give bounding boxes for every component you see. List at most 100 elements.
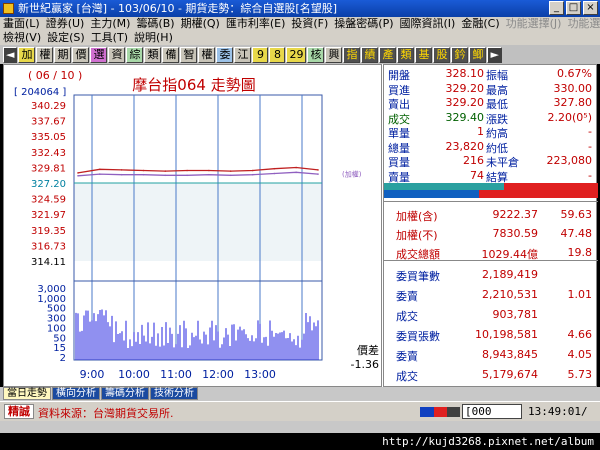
order-ratio: 5.73 (567, 368, 593, 381)
quote-row: 賣量 74 結算 - (384, 168, 598, 184)
main-area: 340.29 337.67 335.05 332.43 329.81 327.20 324.… (3, 64, 598, 387)
tab-3[interactable]: 技術分析 (150, 387, 198, 400)
toolbar-button[interactable]: 加 (18, 46, 36, 63)
data-source-text: 資料來源：台灣期貨交易所. (38, 407, 174, 420)
toolbar-button[interactable]: 綜 (126, 46, 144, 63)
toolbar-button[interactable]: 績 (361, 46, 379, 63)
series-point (164, 174, 167, 177)
toolbar-right-arrow[interactable]: ► (487, 46, 502, 63)
menu-item[interactable]: 功能選擇(K) (564, 17, 600, 31)
toolbar-button[interactable]: 基 (415, 46, 433, 63)
menu-item[interactable]: 檢視(V) (0, 31, 44, 45)
order-value: 10,198,581 (475, 328, 538, 341)
toolbar-button[interactable]: 鈐 (451, 46, 469, 63)
price-tick-label: 321.97 (31, 210, 66, 221)
menu-item[interactable]: 說明(H) (131, 31, 176, 45)
toolbar-button[interactable]: 8 (269, 46, 286, 63)
menu-item[interactable]: 籌碼(B) (133, 17, 177, 31)
series-point (120, 169, 123, 171)
toolbar-button[interactable]: 產 (379, 46, 397, 63)
series-point (317, 173, 319, 175)
toolbar-button[interactable]: 鯽 (469, 46, 487, 63)
toolbar-button[interactable]: 類 (397, 46, 415, 63)
toolbar-button[interactable]: 股 (433, 46, 451, 63)
menu-row-1: 畫面(L) 證券(U) 主力(M) 籌碼(B) 期權(Q) 匯市利率(E) 投資(F) 操盤密… (0, 17, 600, 31)
toolbar-button[interactable]: 類 (144, 46, 162, 63)
series-point (208, 173, 210, 176)
menu-item[interactable]: 畫面(L) (0, 17, 43, 31)
maximize-button[interactable]: □ (566, 1, 581, 15)
menu-item[interactable]: 匯市利率(E) (223, 17, 289, 31)
toolbar-button[interactable]: 價 (72, 46, 90, 63)
toolbar-button[interactable]: 江 (234, 46, 252, 63)
app-icon (3, 3, 14, 14)
toolbar-button[interactable]: 權 (36, 46, 54, 63)
diff-label: 價差 (357, 343, 379, 357)
order-row: 委賣 8,943,845 4.05 (384, 346, 598, 365)
quote-value: 223,080 (546, 154, 593, 167)
index-label: 加權(不) (396, 229, 438, 242)
strength-bar (384, 183, 598, 198)
code-input[interactable]: [000 (462, 404, 522, 419)
series-point (229, 170, 232, 172)
menu-item[interactable]: 國際資訊(I) (397, 17, 459, 31)
toolbar-button[interactable]: 委 (216, 46, 234, 63)
menu-item[interactable]: 金融(C) (458, 17, 502, 31)
quote-row: 總量 23,820 約低 - (384, 139, 598, 155)
toolbar-button[interactable]: 選 (90, 46, 108, 63)
quote-table: 開盤 328.10 振幅 0.67% 買進 329.20 最高 330.00 賣出 329.20 最… (384, 65, 598, 184)
order-row: 成交 903,781 (384, 306, 598, 325)
watermark-url: http://kujd3268.pixnet.net/album (382, 435, 594, 448)
quote-row: 賣出 329.20 最低 327.80 (384, 96, 598, 111)
menu-item[interactable]: 功能選擇(J) (503, 17, 565, 31)
menu-item[interactable]: 設定(S) (44, 31, 88, 45)
reference-fill (74, 183, 322, 261)
toolbar-button[interactable]: 9 (252, 46, 269, 63)
close-button[interactable]: × (583, 1, 598, 15)
volume-tick-label: 2 (60, 353, 66, 364)
toolbar-button[interactable]: 權 (198, 46, 216, 63)
toolbar-button[interactable]: 備 (162, 46, 180, 63)
menu-item[interactable]: 操盤密碼(P) (331, 17, 396, 31)
menu-item[interactable]: 投資(F) (288, 17, 331, 31)
menu-item[interactable]: 期權(Q) (178, 17, 223, 31)
toolbar-button[interactable]: 指 (343, 46, 361, 63)
index-row: 成交總額 1029.44億 19.8 (384, 244, 598, 263)
order-ratio: 4.66 (567, 328, 593, 341)
quote-value: 23,820 (445, 139, 485, 153)
series-point (120, 173, 123, 176)
menu-item[interactable]: 證券(U) (43, 17, 88, 31)
toolbar-button[interactable]: 興 (325, 46, 343, 63)
toolbar-left-arrow[interactable]: ◄ (3, 46, 18, 63)
index-value: 1029.44億 (481, 248, 539, 261)
minimize-button[interactable]: _ (549, 1, 564, 15)
menu-row-2: 檢視(V) 設定(S) 工具(T) 說明(H) (0, 31, 176, 45)
order-value: 8,943,845 (482, 348, 538, 361)
menu-item[interactable]: 主力(M) (87, 17, 133, 31)
toolbar-button[interactable]: 智 (180, 46, 198, 63)
tab-0[interactable]: 當日走勢 (3, 387, 51, 400)
index-label: 加權(含) (396, 210, 438, 223)
series-point (273, 172, 276, 175)
order-label: 成交 (396, 310, 418, 323)
order-value: 903,781 (492, 308, 539, 321)
series-point (273, 167, 276, 170)
toolbar-button[interactable]: 資 (108, 46, 126, 63)
series-point (164, 170, 167, 172)
toolbar-button[interactable]: 29 (286, 46, 307, 63)
status-bar: 精誠 資料來源：台灣期貨交易所. [000 13:49:01/ (0, 401, 600, 421)
series-point (295, 171, 297, 174)
order-label: 委買張數 (396, 330, 440, 343)
toolbar-button[interactable]: 核 (307, 46, 325, 63)
tab-1[interactable]: 橫向分析 (52, 387, 100, 400)
series-point (99, 173, 101, 175)
series-point (77, 172, 79, 174)
quote-panel: 開盤 328.10 振幅 0.67% 買進 329.20 最高 330.00 賣出 329.20 最… (383, 64, 598, 387)
toolbar-button[interactable]: 期 (54, 46, 72, 63)
price-tick-label: 324.59 (31, 195, 66, 206)
quote-value: 74 (470, 168, 484, 182)
series-line-0 (77, 166, 319, 174)
series-point (208, 169, 210, 172)
tab-2[interactable]: 籌碼分析 (101, 387, 149, 400)
menu-item[interactable]: 工具(T) (88, 31, 131, 45)
